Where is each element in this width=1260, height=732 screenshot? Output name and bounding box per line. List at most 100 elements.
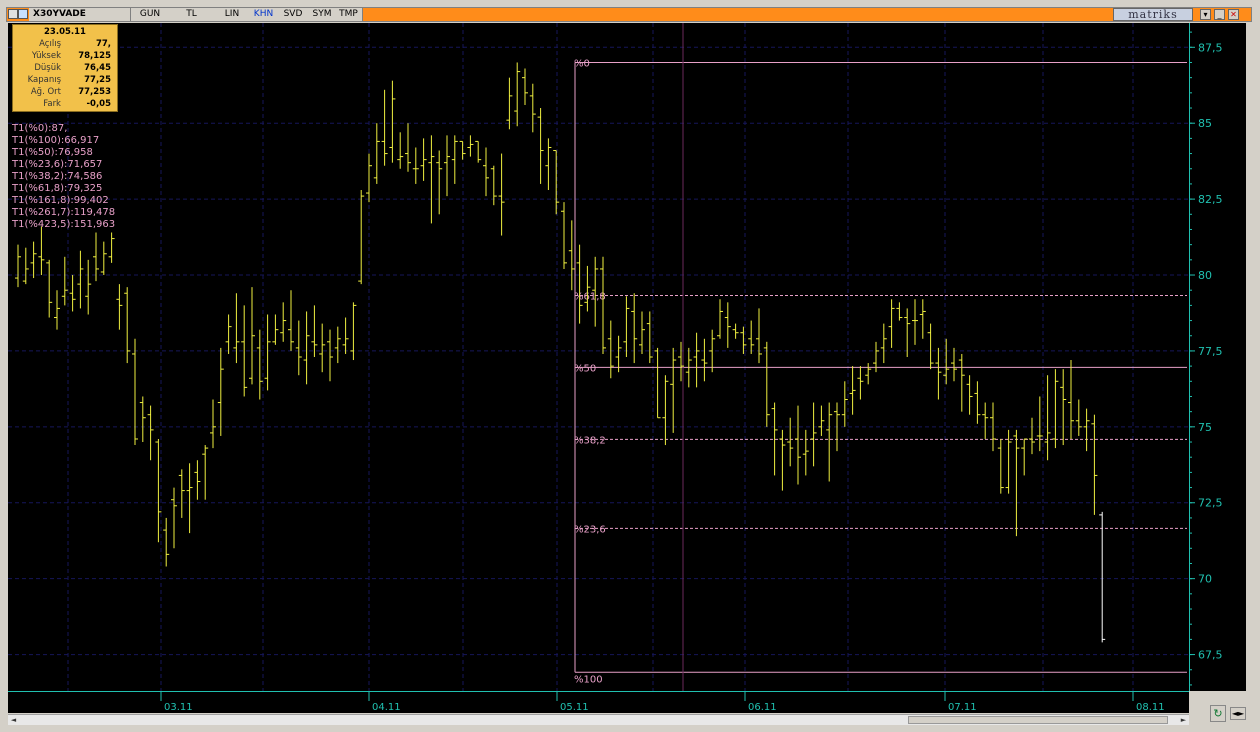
ohlc-info-box: 23.05.11 Açılış 77, Yüksek 78,125 Düşük … <box>12 24 118 112</box>
ohlc-bar <box>841 381 848 427</box>
y-tick-label: 82,5 <box>1198 193 1223 206</box>
dropdown-icon[interactable]: ▾ <box>1200 9 1211 20</box>
ohlc-bar <box>186 463 193 534</box>
ohlc-bar <box>171 487 177 549</box>
x-tick-label: 06.11 <box>748 702 777 713</box>
fib-level-label: %50 <box>574 363 596 374</box>
ohlc-bar <box>436 150 443 215</box>
ohlc-bar <box>709 329 716 373</box>
ohlc-bar <box>763 341 770 427</box>
ohlc-bar <box>724 302 731 348</box>
info-row-open: Açılış 77, <box>13 39 117 51</box>
price-chart[interactable]: %0 %61,8 %50 %38,2 %23,6 %100 <box>8 23 1189 691</box>
ohlc-bar <box>30 241 37 279</box>
ohlc-bar <box>576 244 583 324</box>
ohlc-bar <box>1099 511 1106 643</box>
gun-button[interactable]: GUN <box>131 8 170 21</box>
ohlc-bar <box>506 77 513 130</box>
lin-button[interactable]: LIN <box>214 8 251 21</box>
ohlc-bar <box>1044 375 1051 461</box>
ohlc-bar <box>623 296 630 357</box>
ohlc-bar <box>225 314 232 354</box>
ohlc-bar <box>935 347 942 400</box>
minimize-icon[interactable]: _ <box>1214 9 1225 20</box>
symbol-field[interactable]: X30YVADE <box>29 8 131 21</box>
ohlc-bar <box>280 302 287 342</box>
price-chart-svg[interactable]: %0 %61,8 %50 %38,2 %23,6 %100 <box>8 23 1189 691</box>
ohlc-bar <box>210 399 216 449</box>
ohlc-bar <box>303 311 310 385</box>
ohlc-bar <box>350 302 357 361</box>
ohlc-bar <box>1060 369 1067 446</box>
refresh-icon[interactable]: ↻ <box>1210 705 1226 722</box>
toolbar: X30YVADE GUN TL LIN KHN SVD SYM TMP matr… <box>6 7 1252 22</box>
ohlc-bar <box>451 135 458 184</box>
scroll-left-icon[interactable]: ◄ <box>8 715 19 725</box>
ohlc-bar <box>264 314 271 391</box>
ohlc-bar <box>77 250 84 309</box>
info-value: -0,05 <box>86 99 112 109</box>
ohlc-bar <box>381 89 388 166</box>
ohlc-bar <box>342 317 349 354</box>
ohlc-bar <box>459 140 466 160</box>
date-axis-svg: 03.11 04.11 05.11 06.11 07.11 08.11 <box>8 691 1189 713</box>
ohlc-bar <box>537 108 544 184</box>
price-axis: 67,5 70 72,5 75 77,5 80 82,5 85 87,5 <box>1189 23 1246 691</box>
y-tick-label: 70 <box>1198 573 1212 586</box>
chart-icon[interactable] <box>18 9 28 19</box>
ohlc-bar <box>529 83 536 133</box>
info-value: 77,253 <box>78 87 111 97</box>
fib-level-item: T1(%423,5):151,963 <box>12 219 116 230</box>
ohlc-bar <box>982 402 989 439</box>
ohlc-bar <box>888 299 895 348</box>
scroll-right-icon[interactable]: ► <box>1178 715 1189 725</box>
ohlc-bar <box>522 68 528 105</box>
tmp-button[interactable]: TMP <box>335 8 363 21</box>
ohlc-bar <box>912 299 918 345</box>
ohlc-bar <box>483 147 489 197</box>
info-row-high: Yüksek 78,125 <box>13 51 117 63</box>
tl-button[interactable]: TL <box>169 8 215 21</box>
ohlc-bar <box>178 469 185 518</box>
ohlc-bar <box>428 135 435 224</box>
window-icon[interactable] <box>8 9 18 19</box>
fib-level-item: T1(%61,8):79,325 <box>12 183 103 194</box>
ohlc-bar <box>217 347 224 436</box>
fib-level-item: T1(%100):66,917 <box>12 135 100 146</box>
ohlc-bar <box>818 405 825 436</box>
ohlc-bar <box>100 241 107 276</box>
ohlc-bar <box>779 429 786 491</box>
ohlc-bar <box>904 308 911 357</box>
ohlc-bar <box>155 438 162 543</box>
ohlc-bar <box>896 302 903 321</box>
sym-button[interactable]: SYM <box>309 8 336 21</box>
ohlc-bar <box>662 375 669 446</box>
ohlc-bar <box>54 290 60 330</box>
ohlc-bar <box>880 323 887 364</box>
nav-arrows-icon[interactable]: ◄► <box>1230 707 1246 720</box>
ohlc-bar <box>600 256 606 354</box>
y-tick-label: 75 <box>1198 421 1212 434</box>
info-value: 76,45 <box>84 63 111 73</box>
info-value: 77,25 <box>84 75 111 85</box>
info-label: Kapanış <box>27 75 61 85</box>
ohlc-bar <box>568 220 575 291</box>
khn-button[interactable]: KHN <box>250 8 278 21</box>
info-value: 77, <box>95 39 111 49</box>
ohlc-bar <box>553 150 560 215</box>
ohlc-bar <box>405 123 411 172</box>
fib-level-label: %0 <box>574 58 590 69</box>
y-tick-label: 80 <box>1198 269 1212 282</box>
ohlc-bar <box>358 190 365 285</box>
ohlc-bar <box>615 335 622 373</box>
scroll-thumb[interactable] <box>908 716 1168 724</box>
x-tick-label: 05.11 <box>560 702 589 713</box>
svd-button[interactable]: SVD <box>277 8 310 21</box>
horizontal-scrollbar[interactable]: ◄ ► <box>8 714 1189 725</box>
ohlc-bar <box>475 140 482 163</box>
ohlc-bar <box>639 311 645 354</box>
ohlc-bar <box>1083 408 1090 452</box>
ohlc-bar <box>802 429 809 476</box>
y-tick-label: 85 <box>1198 117 1212 130</box>
close-icon[interactable]: ✕ <box>1228 9 1239 20</box>
